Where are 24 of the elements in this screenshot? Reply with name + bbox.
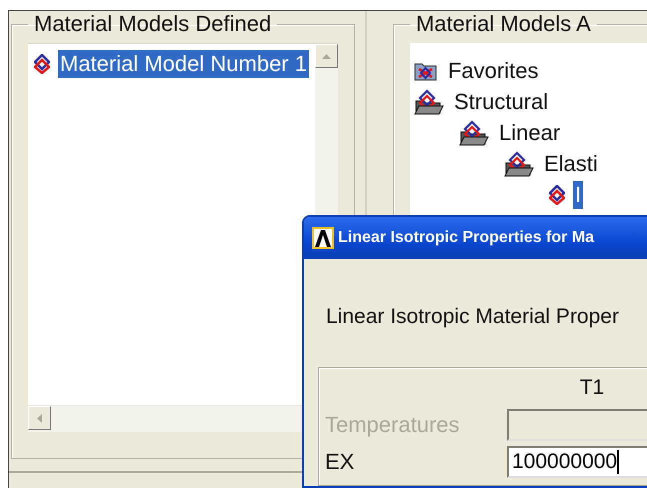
dialog-heading: Linear Isotropic Material Proper	[325, 304, 620, 329]
dialog-title: Linear Isotropic Properties for Ma	[338, 229, 594, 247]
tree-item[interactable]: Favorites	[446, 56, 540, 84]
up-arrow-icon	[322, 54, 331, 58]
value-field[interactable]: 100000000	[507, 446, 647, 478]
material-icon	[548, 184, 565, 204]
folder-icon	[414, 88, 444, 114]
tree-item[interactable]: I	[572, 180, 584, 208]
tree-item[interactable]: Linear	[496, 118, 562, 146]
row-label: Temperatures	[325, 412, 461, 438]
app-logo-icon	[312, 227, 334, 249]
group-title: Material Models A	[414, 11, 592, 37]
column-header: T1	[578, 375, 606, 401]
scroll-left-button[interactable]	[28, 406, 51, 430]
left-arrow-icon	[37, 414, 42, 422]
material-icon	[34, 54, 50, 74]
list-item[interactable]: Material Model Number 1	[58, 50, 309, 78]
scroll-up-button[interactable]	[314, 44, 338, 68]
folder-icon	[458, 120, 489, 146]
folder-icon	[504, 150, 534, 176]
row-label: EX	[325, 449, 356, 475]
tree-item[interactable]: Elasti	[542, 150, 600, 178]
tree-item[interactable]: Structural	[452, 88, 550, 116]
group-title: Material Models Defined	[33, 11, 272, 37]
